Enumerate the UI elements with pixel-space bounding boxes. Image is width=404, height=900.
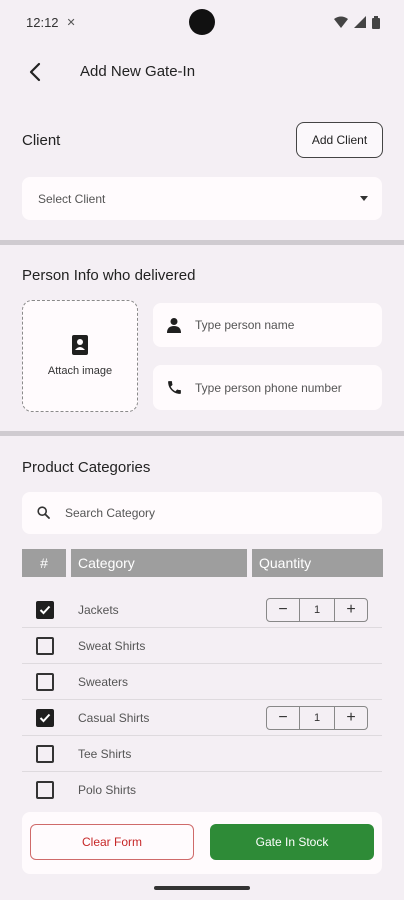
column-header-quantity: Quantity <box>252 549 383 577</box>
category-checkbox[interactable] <box>36 637 54 655</box>
wifi-icon <box>334 16 348 28</box>
quantity-stepper: − 1 + <box>266 706 368 730</box>
search-icon <box>37 506 50 519</box>
category-label: Sweaters <box>78 675 129 689</box>
back-arrow-icon[interactable] <box>24 60 48 84</box>
checkmark-icon <box>39 713 51 723</box>
select-client-placeholder: Select Client <box>38 191 106 206</box>
quantity-stepper: − 1 + <box>266 598 368 622</box>
person-phone-placeholder: Type person phone number <box>195 380 342 395</box>
home-indicator[interactable] <box>154 886 250 890</box>
phone-icon <box>168 381 181 394</box>
add-client-button[interactable]: Add Client <box>296 122 383 158</box>
battery-icon <box>372 15 380 29</box>
category-search-placeholder: Search Category <box>65 506 156 520</box>
category-label: Casual Shirts <box>78 711 150 725</box>
section-divider <box>0 240 404 245</box>
decrement-button[interactable]: − <box>267 707 299 729</box>
camera-cutout <box>189 9 215 35</box>
attach-image-button[interactable]: Attach image <box>22 300 138 412</box>
person-phone-input[interactable]: Type person phone number <box>153 365 382 410</box>
person-icon <box>167 318 181 333</box>
person-section-title: Person Info who delivered <box>22 267 196 284</box>
column-header-index: # <box>22 549 66 577</box>
person-name-placeholder: Type person name <box>195 318 295 332</box>
column-header-category: Category <box>71 549 247 577</box>
category-row: Jackets − 1 + <box>22 592 382 628</box>
gate-in-stock-button[interactable]: Gate In Stock <box>210 824 374 860</box>
client-section-title: Client <box>22 132 61 149</box>
status-time: 12:12 <box>26 14 59 30</box>
category-label: Jackets <box>78 603 119 617</box>
category-checkbox[interactable] <box>36 745 54 763</box>
category-label: Sweat Shirts <box>78 639 146 653</box>
person-name-input[interactable]: Type person name <box>153 303 382 347</box>
increment-button[interactable]: + <box>335 707 367 729</box>
checkmark-icon <box>39 605 51 615</box>
category-search-input[interactable]: Search Category <box>22 492 382 534</box>
category-row: Casual Shirts − 1 + <box>22 700 382 736</box>
select-client-dropdown[interactable]: Select Client <box>22 177 382 220</box>
category-label: Polo Shirts <box>78 783 137 797</box>
category-row: Sweat Shirts <box>22 628 382 664</box>
products-section-title: Product Categories <box>22 459 151 476</box>
category-row: Sweaters <box>22 664 382 700</box>
signal-icon <box>354 16 366 28</box>
decrement-button[interactable]: − <box>267 599 299 621</box>
bottom-action-bar: Clear Form Gate In Stock <box>22 812 382 874</box>
contact-card-icon <box>72 335 88 355</box>
category-checkbox[interactable] <box>36 673 54 691</box>
category-row: Polo Shirts <box>22 772 382 808</box>
category-checkbox[interactable] <box>36 709 54 727</box>
attach-image-label: Attach image <box>47 365 113 377</box>
page-title: Add New Gate-In <box>80 63 196 80</box>
notification-icon: ✕ <box>66 16 76 29</box>
category-checkbox[interactable] <box>36 781 54 799</box>
clear-form-button[interactable]: Clear Form <box>30 824 194 860</box>
caret-down-icon <box>360 196 368 201</box>
status-left: 12:12 ✕ <box>26 15 76 30</box>
category-row: Tee Shirts <box>22 736 382 772</box>
increment-button[interactable]: + <box>335 599 367 621</box>
quantity-value[interactable]: 1 <box>299 707 335 729</box>
section-divider <box>0 431 404 436</box>
category-label: Tee Shirts <box>78 747 132 761</box>
category-checkbox[interactable] <box>36 601 54 619</box>
quantity-value[interactable]: 1 <box>299 599 335 621</box>
app-bar: Add New Gate-In <box>0 50 404 94</box>
status-right <box>334 15 380 29</box>
